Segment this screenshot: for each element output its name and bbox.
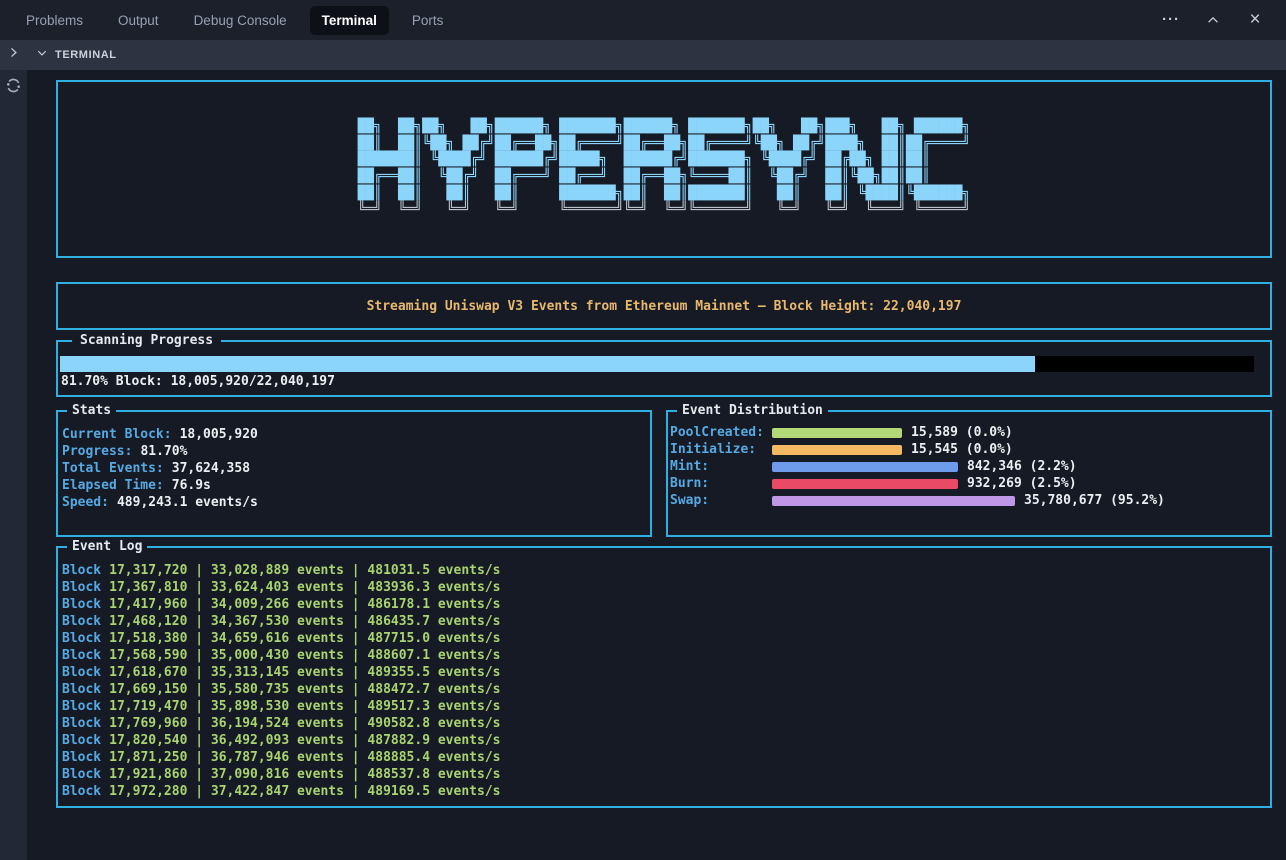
stats-box: Stats Current Block:18,005,920 Progress:… <box>56 410 652 537</box>
sync-icon[interactable] <box>5 77 22 99</box>
stream-subtitle: Streaming Uniswap V3 Events from Ethereu… <box>367 299 962 314</box>
tab-debug-console[interactable]: Debug Console <box>182 6 299 35</box>
event-log-box: Event Log Block17,317,720 | 33,028,889 e… <box>56 546 1272 808</box>
stats-title: Stats <box>67 403 116 418</box>
event-distribution-title: Event Distribution <box>677 403 828 418</box>
log-row: Block17,618,670 | 35,313,145 events | 48… <box>62 664 1270 681</box>
stats-distribution-row: Stats Current Block:18,005,920 Progress:… <box>56 410 1272 537</box>
log-row: Block17,972,280 | 37,422,847 events | 48… <box>62 783 1270 800</box>
log-row: Block17,921,860 | 37,090,816 events | 48… <box>62 766 1270 783</box>
chevron-down-icon[interactable] <box>36 46 48 64</box>
tab-problems[interactable]: Problems <box>14 6 95 35</box>
scanning-progress-title: Scanning Progress <box>72 333 221 348</box>
dist-row-swap: Swap: 35,780,677 (95.2%) <box>670 492 1270 509</box>
stat-elapsed-time: Elapsed Time:76.9s <box>62 477 650 494</box>
event-distribution-box: Event Distribution PoolCreated: 15,589 (… <box>666 410 1272 537</box>
chevron-right-icon[interactable] <box>7 46 20 64</box>
progress-status-text: 81.70% Block: 18,005,920/22,040,197 <box>60 373 1254 390</box>
log-row: Block17,719,470 | 35,898,530 events | 48… <box>62 698 1270 715</box>
panel-body: TERMINAL ██╗ ██╗██╗ ██╗██████╗ ███████╗█… <box>0 40 1286 860</box>
dist-row-mint: Mint: 842,346 (2.2%) <box>670 458 1270 475</box>
vscode-window: Problems Output Debug Console Terminal P… <box>0 0 1286 860</box>
progress-fill <box>60 356 1035 372</box>
more-actions-icon[interactable]: ··· <box>1162 11 1180 29</box>
panel-actions: ··· × <box>1162 11 1286 29</box>
log-row: Block17,568,590 | 35,000,430 events | 48… <box>62 647 1270 664</box>
close-panel-icon[interactable]: × <box>1246 11 1264 29</box>
dist-row-poolcreated: PoolCreated: 15,589 (0.0%) <box>670 424 1270 441</box>
stat-progress: Progress:81.70% <box>62 443 650 460</box>
log-row: Block17,871,250 | 36,787,946 events | 48… <box>62 749 1270 766</box>
log-row: Block17,367,810 | 33,624,403 events | 48… <box>62 579 1270 596</box>
scanning-progress-box: Scanning Progress 81.70% Block: 18,005,9… <box>56 340 1272 397</box>
stream-subtitle-box: Streaming Uniswap V3 Events from Ethereu… <box>56 282 1272 330</box>
stat-speed: Speed:489,243.1 events/s <box>62 494 650 511</box>
dist-row-burn: Burn: 932,269 (2.5%) <box>670 475 1270 492</box>
log-row: Block17,820,540 | 36,492,093 events | 48… <box>62 732 1270 749</box>
tab-terminal[interactable]: Terminal <box>310 6 389 35</box>
log-row: Block17,518,380 | 34,659,616 events | 48… <box>62 630 1270 647</box>
terminal-side-strip <box>0 40 27 860</box>
panel-tab-bar: Problems Output Debug Console Terminal P… <box>0 0 1286 40</box>
hypersync-ascii-art: ██╗ ██╗██╗ ██╗██████╗ ███████╗██████╗ ██… <box>358 119 971 219</box>
stat-total-events: Total Events:37,624,358 <box>62 460 650 477</box>
burn-bar <box>772 479 958 489</box>
swap-bar <box>772 496 1015 506</box>
terminal-viewport: ██╗ ██╗██╗ ██╗██████╗ ███████╗██████╗ ██… <box>27 70 1286 860</box>
stat-current-block: Current Block:18,005,920 <box>62 426 650 443</box>
tab-output[interactable]: Output <box>106 6 171 35</box>
progress-bar-track <box>60 356 1254 372</box>
log-row: Block17,317,720 | 33,028,889 events | 48… <box>62 562 1270 579</box>
terminal-section-label: TERMINAL <box>55 49 117 61</box>
event-log-title: Event Log <box>67 539 147 554</box>
log-row: Block17,417,960 | 34,009,266 events | 48… <box>62 596 1270 613</box>
poolcreated-bar <box>772 428 902 438</box>
strip-header-segment <box>0 40 27 70</box>
log-row: Block17,468,120 | 34,367,530 events | 48… <box>62 613 1270 630</box>
hypersync-banner-box: ██╗ ██╗██╗ ██╗██████╗ ███████╗██████╗ ██… <box>56 80 1272 258</box>
terminal-panel: TERMINAL ██╗ ██╗██╗ ██╗██████╗ ███████╗█… <box>27 40 1286 860</box>
tab-ports[interactable]: Ports <box>400 6 456 35</box>
log-row: Block17,769,960 | 36,194,524 events | 49… <box>62 715 1270 732</box>
dist-row-initialize: Initialize: 15,545 (0.0%) <box>670 441 1270 458</box>
log-row: Block17,669,150 | 35,580,735 events | 48… <box>62 681 1270 698</box>
terminal-section-header[interactable]: TERMINAL <box>27 40 1286 70</box>
maximize-panel-icon[interactable] <box>1204 11 1222 29</box>
initialize-bar <box>772 445 902 455</box>
mint-bar <box>772 462 958 472</box>
